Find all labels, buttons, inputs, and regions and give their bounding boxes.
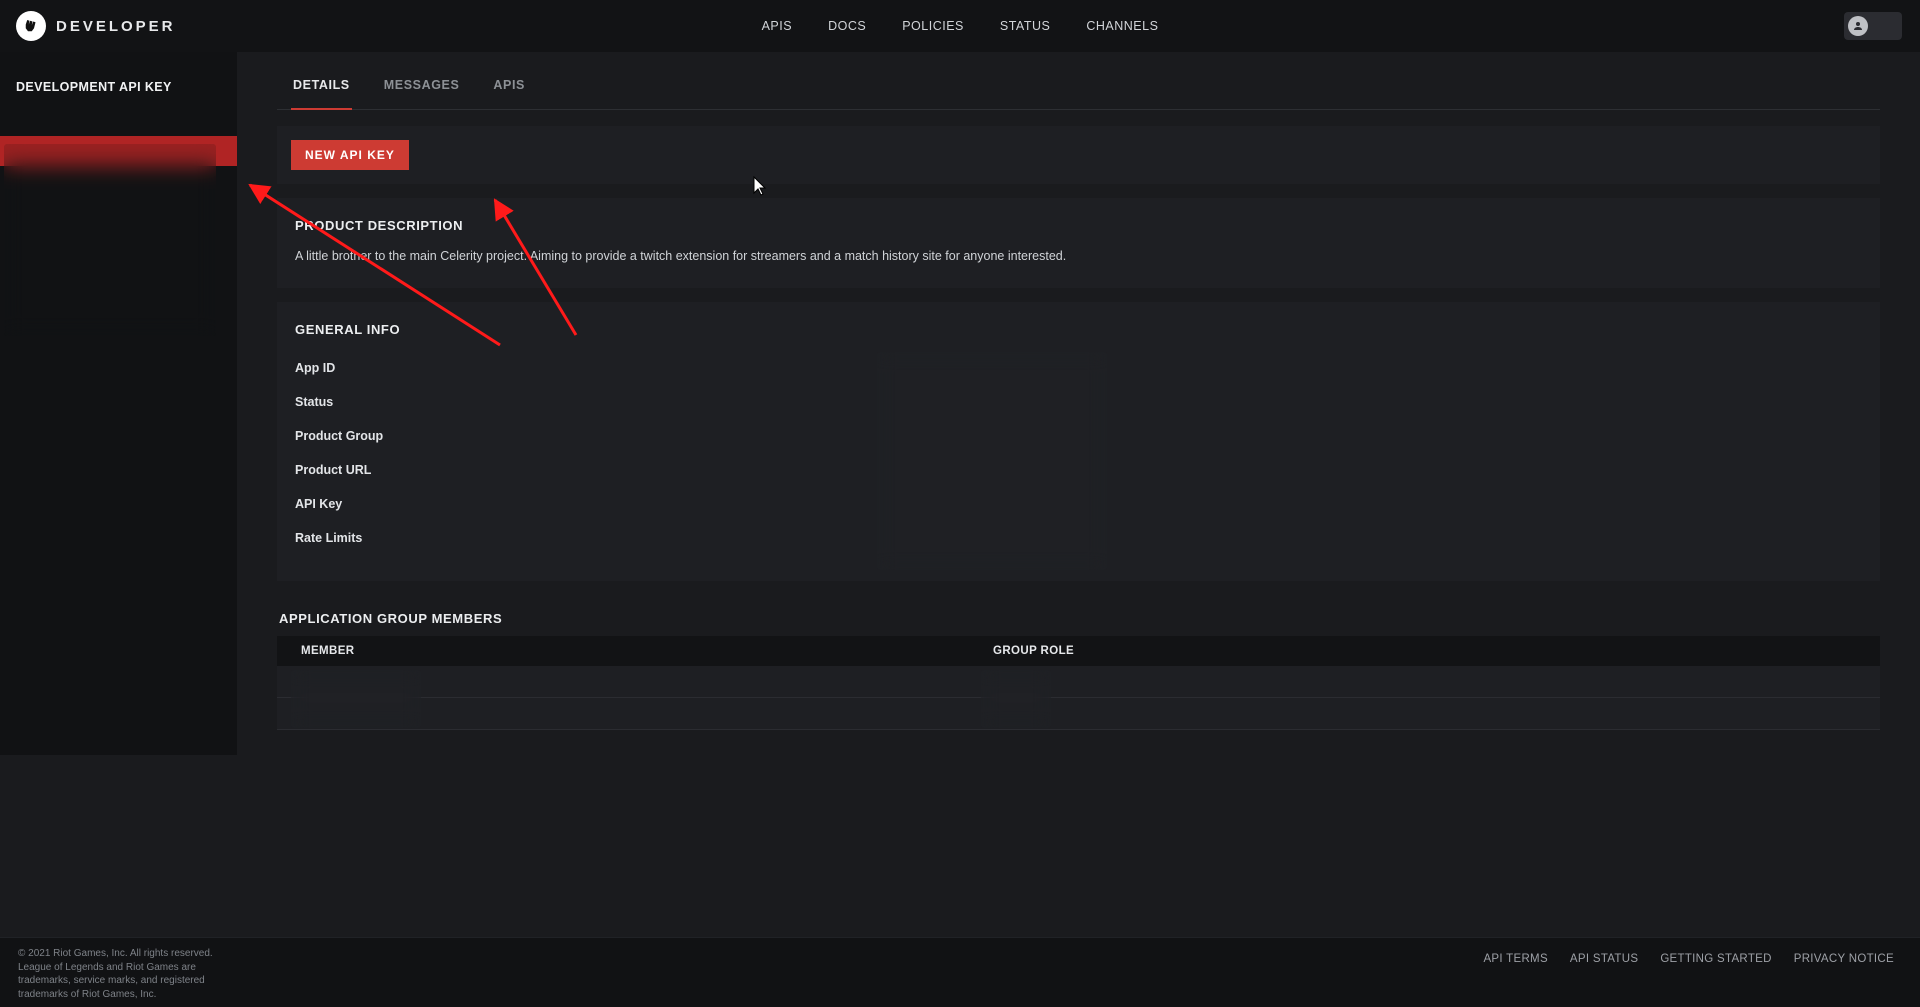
tab-details[interactable]: DETAILS — [293, 76, 350, 109]
tab-apis[interactable]: APIS — [493, 76, 525, 109]
footer: © 2021 Riot Games, Inc. All rights reser… — [0, 937, 1920, 1007]
members-heading: APPLICATION GROUP MEMBERS — [279, 611, 1880, 626]
action-bar: NEW API KEY — [277, 126, 1880, 184]
sidebar-item[interactable] — [0, 226, 237, 256]
top-header: DEVELOPER APIS DOCS POLICIES STATUS CHAN… — [0, 0, 1920, 52]
product-description-panel: PRODUCT DESCRIPTION A little brother to … — [277, 198, 1880, 288]
user-menu[interactable] — [1844, 12, 1902, 40]
brand-text: DEVELOPER — [56, 18, 176, 35]
nav-status[interactable]: STATUS — [1000, 19, 1050, 33]
footer-copyright: © 2021 Riot Games, Inc. All rights reser… — [18, 947, 248, 1001]
sidebar-item[interactable] — [0, 166, 237, 196]
product-description-heading: PRODUCT DESCRIPTION — [295, 218, 1862, 233]
footer-link-status[interactable]: API STATUS — [1570, 953, 1638, 965]
label-product-group: Product Group — [295, 429, 885, 443]
label-product-url: Product URL — [295, 463, 885, 477]
general-info-heading: GENERAL INFO — [295, 322, 1862, 337]
sidebar-heading: DEVELOPMENT API KEY — [0, 80, 237, 106]
new-api-key-button[interactable]: NEW API KEY — [291, 140, 409, 170]
user-avatar-icon — [1848, 16, 1868, 36]
product-description-text: A little brother to the main Celerity pr… — [295, 247, 1862, 266]
sidebar-item[interactable] — [0, 106, 237, 136]
table-row — [277, 698, 1880, 730]
label-app-id: App ID — [295, 361, 885, 375]
nav-policies[interactable]: POLICIES — [902, 19, 964, 33]
brand-logo[interactable]: DEVELOPER — [16, 11, 176, 41]
tab-messages[interactable]: MESSAGES — [384, 76, 460, 109]
content-area: DETAILS MESSAGES APIS NEW API KEY PRODUC… — [237, 52, 1920, 755]
nav-apis[interactable]: APIS — [762, 19, 793, 33]
col-role: GROUP ROLE — [993, 645, 1074, 657]
table-row — [277, 666, 1880, 698]
general-info-panel: GENERAL INFO App ID Status Product Group… — [277, 302, 1880, 581]
sidebar-item[interactable] — [0, 196, 237, 226]
content-tabs: DETAILS MESSAGES APIS — [277, 76, 1880, 110]
label-rate-limits: Rate Limits — [295, 531, 885, 545]
label-status: Status — [295, 395, 885, 409]
top-nav: APIS DOCS POLICIES STATUS CHANNELS — [762, 19, 1159, 33]
footer-link-privacy[interactable]: PRIVACY NOTICE — [1794, 953, 1894, 965]
nav-channels[interactable]: CHANNELS — [1086, 19, 1158, 33]
footer-link-terms[interactable]: API TERMS — [1483, 953, 1547, 965]
footer-links: API TERMS API STATUS GETTING STARTED PRI… — [1483, 947, 1894, 965]
sidebar: DEVELOPMENT API KEY — [0, 52, 237, 755]
col-member: MEMBER — [301, 645, 993, 657]
fist-icon — [16, 11, 46, 41]
footer-link-getting-started[interactable]: GETTING STARTED — [1660, 953, 1771, 965]
members-table: MEMBER GROUP ROLE — [277, 636, 1880, 730]
nav-docs[interactable]: DOCS — [828, 19, 866, 33]
label-api-key: API Key — [295, 497, 885, 511]
sidebar-item-active[interactable] — [0, 136, 237, 166]
